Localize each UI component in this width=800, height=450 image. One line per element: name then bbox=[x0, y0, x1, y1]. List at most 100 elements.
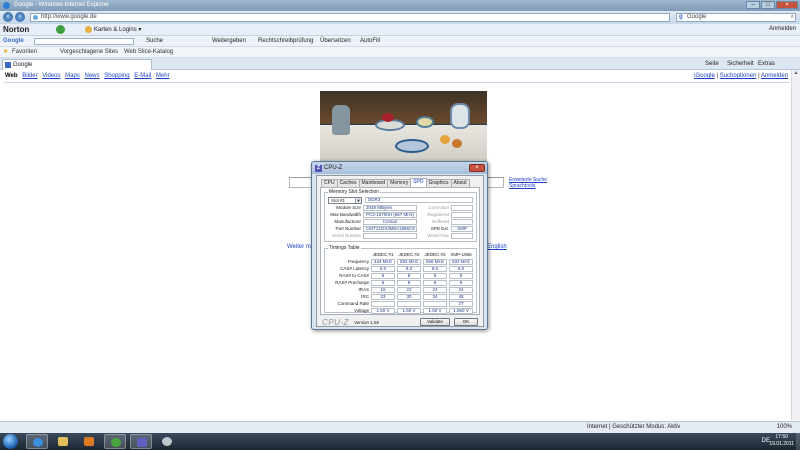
command-extras[interactable]: Extras bbox=[758, 58, 775, 70]
ok-button[interactable]: OK bbox=[454, 318, 478, 326]
toolbar-suche[interactable]: Suche bbox=[146, 36, 163, 47]
serial-number-value bbox=[363, 233, 417, 239]
zoom-level[interactable]: 100% bbox=[777, 422, 792, 433]
igoogle-link[interactable]: iGoogle bbox=[694, 73, 715, 79]
tab-google[interactable]: Google bbox=[2, 59, 152, 70]
cpuz-footer: CPU-Z Version 1.56 Validate OK bbox=[320, 318, 480, 327]
timing-cell: 9 bbox=[423, 280, 447, 286]
google-toolbar-search[interactable] bbox=[34, 38, 134, 45]
address-bar[interactable]: http://www.google.de bbox=[30, 13, 670, 22]
nav-bilder[interactable]: Bilder bbox=[22, 73, 37, 79]
chevron-down-icon[interactable]: ▼ bbox=[355, 198, 361, 203]
timing-cell: 933 MHz bbox=[449, 259, 473, 265]
cpuz-title: CPU-Z bbox=[324, 165, 343, 171]
nav-maps[interactable]: Maps bbox=[65, 73, 80, 79]
start-button[interactable] bbox=[3, 434, 18, 449]
favorites-star-icon[interactable]: ★ bbox=[3, 47, 8, 58]
nav-web[interactable]: Web bbox=[5, 73, 18, 79]
timing-cell: 6 bbox=[371, 280, 395, 286]
tab-caches[interactable]: Caches bbox=[336, 179, 360, 187]
tab-mainboard[interactable]: Mainboard bbox=[358, 179, 389, 187]
english-link[interactable]: English bbox=[487, 244, 507, 250]
nav-news[interactable]: News bbox=[85, 73, 100, 79]
windows-taskbar: DE 17:50 19.01.2011 bbox=[0, 433, 800, 450]
show-desktop-button[interactable] bbox=[796, 433, 800, 450]
sprachtools-link[interactable]: Sprachtools bbox=[509, 183, 547, 189]
nav-mehr[interactable]: Mehr bbox=[156, 73, 170, 79]
toolbar-autofill[interactable]: AutoFill bbox=[360, 36, 380, 47]
toolbar-uebersetzen[interactable]: Übersetzen bbox=[320, 36, 351, 47]
spd-ext-value: XMP bbox=[451, 226, 473, 232]
cpuz-close-button[interactable]: × bbox=[469, 164, 485, 172]
address-toolbar: ‹ › http://www.google.de g Google ⌕ bbox=[0, 11, 800, 24]
timing-row-label: CAS# Latency bbox=[340, 266, 369, 271]
scroll-up-icon[interactable]: ▲ bbox=[792, 70, 800, 78]
timing-cell: 24 bbox=[449, 287, 473, 293]
google-nav: Web Bilder Videos Maps News Shopping E-M… bbox=[5, 73, 173, 79]
timings-table-title: Timings Table bbox=[328, 245, 361, 251]
manufacturer-value: Corsair bbox=[363, 219, 417, 225]
timing-cell bbox=[397, 301, 421, 307]
timing-cell: 9 bbox=[449, 273, 473, 279]
maximize-button[interactable]: □ bbox=[761, 1, 775, 9]
timing-col-xmp: XMP-1866 bbox=[450, 252, 472, 257]
norton-anmelden-link[interactable]: Anmelden bbox=[769, 26, 796, 32]
command-seite[interactable]: Seite bbox=[705, 58, 719, 70]
system-clock[interactable]: 17:50 19.01.2011 bbox=[769, 434, 794, 448]
google-toolbar-logo: Google bbox=[3, 38, 24, 44]
tab-about[interactable]: About bbox=[450, 179, 470, 187]
nav-shopping[interactable]: Shopping bbox=[104, 73, 129, 79]
window-controls: – □ × bbox=[746, 1, 798, 9]
taskbar-internet-explorer[interactable] bbox=[26, 434, 48, 449]
toolbar-weitergeben[interactable]: Weitergeben bbox=[212, 36, 246, 47]
anmelden-link[interactable]: Anmelden bbox=[761, 73, 788, 79]
timing-cell: 444 MHz bbox=[371, 259, 395, 265]
spd-ext-label: SPD Ext. bbox=[430, 226, 449, 231]
timing-cell: 1.50 V bbox=[423, 308, 447, 314]
norton-check-icon[interactable] bbox=[56, 25, 65, 34]
google-doodle-image[interactable] bbox=[320, 91, 487, 163]
registered-value bbox=[451, 212, 473, 218]
globe-icon bbox=[33, 15, 38, 20]
toolbar-rechtschreibpruefung[interactable]: Rechtschreibprüfung bbox=[258, 36, 313, 47]
security-zone-status[interactable]: Internet | Geschützter Modus: Aktiv bbox=[587, 422, 680, 433]
cpuz-tabs: CPU Caches Mainboard Memory SPD Graphics… bbox=[321, 178, 470, 187]
favorite-web-slice-katalog[interactable]: Web Slice-Katalog bbox=[124, 47, 173, 58]
nav-videos[interactable]: Videos bbox=[42, 73, 60, 79]
favorites-button[interactable]: Favoriten bbox=[12, 47, 37, 58]
cpuz-titlebar[interactable]: Z CPU-Z × bbox=[312, 162, 487, 174]
ie-search-box[interactable]: g Google ⌕ bbox=[676, 13, 796, 22]
search-icon[interactable]: ⌕ bbox=[791, 14, 794, 21]
google-favicon-icon bbox=[5, 62, 11, 68]
tab-spd[interactable]: SPD bbox=[410, 178, 427, 187]
cpuz-window: Z CPU-Z × CPU Caches Mainboard Memory SP… bbox=[311, 161, 488, 330]
internet-explorer-icon bbox=[33, 438, 43, 447]
internet-explorer-icon bbox=[3, 2, 10, 9]
timing-cell: 8 bbox=[397, 280, 421, 286]
nav-email[interactable]: E-Mail bbox=[134, 73, 151, 79]
clock-date: 19.01.2011 bbox=[769, 441, 794, 447]
taskbar-media-player[interactable] bbox=[78, 434, 100, 449]
slot-select[interactable]: Slot #1 ▼ bbox=[328, 197, 362, 204]
close-button[interactable]: × bbox=[776, 1, 798, 9]
back-button[interactable]: ‹ bbox=[3, 12, 13, 22]
taskbar-app-2[interactable] bbox=[156, 434, 178, 449]
forward-button[interactable]: › bbox=[15, 12, 25, 22]
registered-label: Registered bbox=[427, 212, 449, 217]
suchoptionen-link[interactable]: Suchoptionen bbox=[720, 73, 757, 79]
tab-cpu[interactable]: CPU bbox=[321, 179, 338, 187]
validate-button[interactable]: Validate bbox=[420, 318, 450, 326]
page-scrollbar[interactable]: ▲ bbox=[791, 70, 800, 420]
taskbar-cpuz[interactable] bbox=[130, 434, 152, 449]
tab-memory[interactable]: Memory bbox=[387, 179, 412, 187]
favorite-vorgeschlagene-sites[interactable]: Vorgeschlagene Sites bbox=[60, 47, 118, 58]
timing-cell: 1.50 V bbox=[371, 308, 395, 314]
tab-graphics[interactable]: Graphics bbox=[425, 179, 452, 187]
taskbar-app[interactable] bbox=[104, 434, 126, 449]
weiter-text[interactable]: Weiter m bbox=[287, 244, 311, 250]
minimize-button[interactable]: – bbox=[746, 1, 760, 9]
taskbar-explorer[interactable] bbox=[52, 434, 74, 449]
karten-logins-button[interactable]: Karten & Logins ▾ bbox=[85, 26, 141, 33]
spd-panel: Memory Slot Selection Slot #1 ▼ DDR3 Mod… bbox=[320, 187, 480, 315]
command-sicherheit[interactable]: Sicherheit bbox=[727, 58, 754, 70]
